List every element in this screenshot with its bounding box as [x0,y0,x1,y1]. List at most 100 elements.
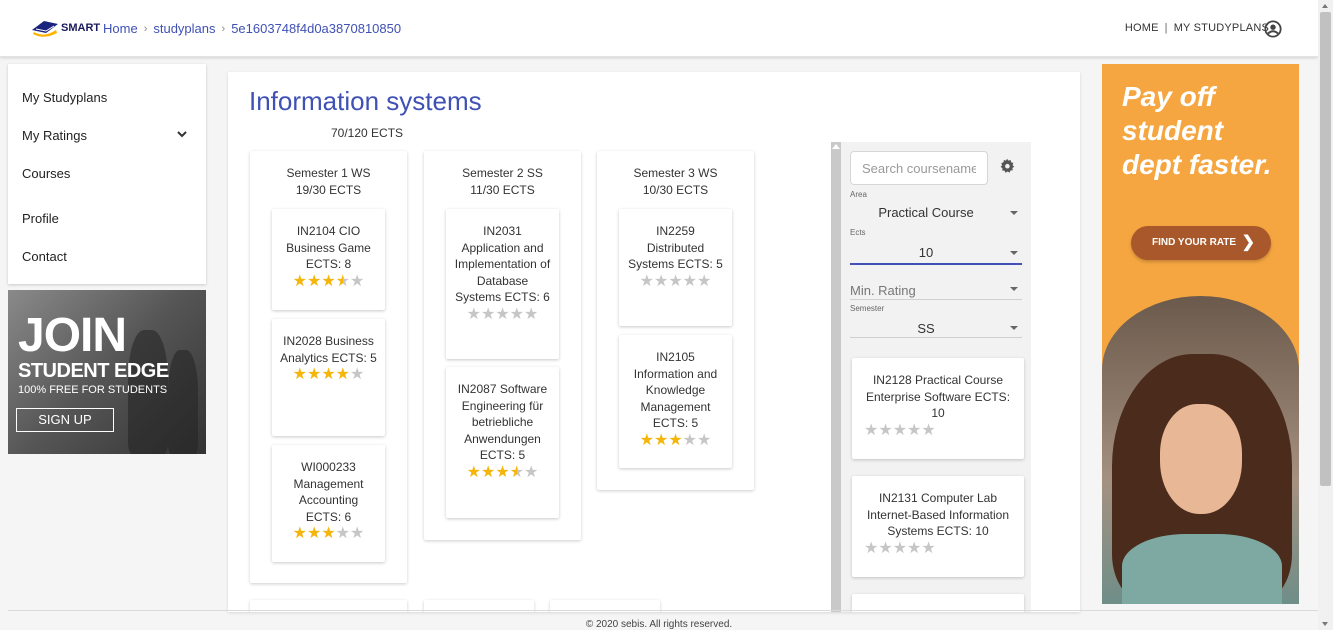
course-card[interactable]: IN2031 Application and Implementation of… [446,209,559,359]
star-icon[interactable]: ★ [893,422,907,439]
graduation-cap-icon[interactable] [30,18,60,38]
brand-name[interactable]: SMART [61,22,100,34]
nav-my-studyplans-link[interactable]: MY STUDYPLANS [1174,22,1269,34]
star-icon[interactable]: ★ [293,366,307,383]
star-icon[interactable]: ★ [336,525,350,542]
ad-signup-button[interactable]: SIGN UP [16,408,114,432]
scroll-up-icon[interactable] [1322,4,1328,8]
dropdown-arrow-icon [1010,251,1018,255]
star-icon[interactable]: ★ [467,464,481,481]
star-icon[interactable]: ★ [481,306,495,323]
semester-select[interactable]: SS [850,316,1022,338]
star-icon[interactable]: ★ [697,273,711,290]
rating-stars[interactable]: ★★★★★ [864,540,1012,558]
sidebar-item-courses[interactable]: Courses [22,166,70,181]
star-icon[interactable]: ★ [467,306,481,323]
rating-stars[interactable]: ★★★★★ [454,464,551,482]
scroll-up-icon[interactable] [832,144,840,149]
star-icon[interactable]: ★ [336,366,350,383]
star-icon[interactable]: ★ [350,525,364,542]
star-icon[interactable]: ★ [495,464,509,481]
star-icon[interactable]: ★ [495,306,509,323]
breadcrumb-studyplans[interactable]: studyplans [153,21,215,36]
star-icon[interactable]: ★ [683,273,697,290]
star-icon[interactable]: ★ [878,540,892,557]
star-icon[interactable]: ★ [321,525,335,542]
sidebar-item-contact[interactable]: Contact [22,249,67,264]
search-result-card[interactable]: IN2131 Computer Lab Internet-Based Infor… [852,476,1024,577]
rating-stars[interactable]: ★★★★★ [280,525,377,543]
rating-stars[interactable]: ★★★★★ [280,273,377,291]
rating-stars[interactable]: ★★★★★ [864,422,1012,440]
star-icon[interactable]: ★ [321,366,335,383]
star-icon[interactable]: ★ [697,432,711,449]
course-card[interactable]: IN2105 Information and Knowledge Managem… [619,335,732,468]
star-icon[interactable]: ★ [307,273,321,290]
star-icon[interactable]: ★ [907,422,921,439]
rating-stars[interactable]: ★★★★★ [627,432,724,450]
course-card[interactable]: IN2087 Software Engineering für betriebl… [446,367,559,518]
area-select[interactable]: Practical Course [850,202,1022,224]
ects-select[interactable]: 10 [850,240,1022,265]
star-icon[interactable]: ★ [893,540,907,557]
find-your-rate-button[interactable]: FIND YOUR RATE ❯ [1131,226,1271,260]
star-icon[interactable]: ★ [321,273,335,290]
star-icon[interactable]: ★ [307,366,321,383]
rating-stars[interactable]: ★★★★★ [280,366,377,384]
rating-stars[interactable]: ★★★★★ [627,273,724,291]
course-card[interactable]: WI000233 Management Accounting ECTS: 6 ★… [272,445,385,562]
sidebar-item-my-ratings[interactable]: My Ratings [22,128,87,143]
star-icon[interactable]: ★ [864,540,878,557]
ad-banner-student-edge[interactable]: JOIN STUDENT EDGE 100% FREE FOR STUDENTS… [8,290,206,454]
star-icon[interactable]: ★ [524,306,538,323]
star-icon[interactable]: ★ [293,273,307,290]
sidebar-item-my-studyplans[interactable]: My Studyplans [22,90,107,105]
search-coursename-input[interactable] [850,151,988,185]
star-icon[interactable]: ★ [336,273,350,290]
star-icon[interactable]: ★ [640,432,654,449]
star-icon[interactable]: ★ [510,306,524,323]
star-icon[interactable]: ★ [307,525,321,542]
account-circle-icon[interactable] [1264,20,1282,38]
breadcrumb-home[interactable]: Home [103,21,138,36]
panel-scrollbar[interactable] [831,142,841,612]
course-card[interactable]: IN2259 Distributed Systems ECTS: 5 ★★★★★ [619,209,732,326]
semester-column[interactable]: Semester 2 SS 11/30 ECTS IN2031 Applicat… [424,151,581,540]
star-icon[interactable]: ★ [350,366,364,383]
course-title: IN2128 Practical Course Enterprise Softw… [865,373,1011,420]
scroll-down-icon[interactable] [1322,622,1328,626]
star-icon[interactable]: ★ [524,464,538,481]
breadcrumb-plan-id[interactable]: 5e1603748f4d0a3870810850 [231,21,401,36]
star-icon[interactable]: ★ [921,422,935,439]
sidebar-item-profile[interactable]: Profile [22,211,59,226]
star-icon[interactable]: ★ [668,432,682,449]
course-card[interactable]: IN2028 Business Analytics ECTS: 5 ★★★★★ [272,319,385,436]
scrollbar-thumb[interactable] [1320,12,1331,486]
star-icon[interactable]: ★ [907,540,921,557]
star-icon[interactable]: ★ [293,525,307,542]
star-icon[interactable]: ★ [683,432,697,449]
semester-column[interactable]: Semester 1 WS 19/30 ECTS IN2104 CIO Busi… [250,151,407,583]
min-rating-select[interactable]: Min. Rating [850,278,1022,300]
star-icon[interactable]: ★ [640,273,654,290]
chevron-down-icon[interactable] [176,128,188,140]
star-icon[interactable]: ★ [350,273,364,290]
rating-stars[interactable]: ★★★★★ [454,306,551,324]
search-result-card[interactable]: IN2128 Practical Course Enterprise Softw… [852,358,1024,459]
ad-banner-pay-off[interactable]: Pay off student dept faster. FIND YOUR R… [1102,64,1299,604]
star-icon[interactable]: ★ [878,422,892,439]
star-icon[interactable]: ★ [481,464,495,481]
top-bar: SMART Home › studyplans › 5e1603748f4d0a… [0,0,1318,57]
star-icon[interactable]: ★ [668,273,682,290]
star-icon[interactable]: ★ [864,422,878,439]
star-icon[interactable]: ★ [654,432,668,449]
semester-column[interactable]: Semester 3 WS 10/30 ECTS IN2259 Distribu… [597,151,754,490]
star-icon[interactable]: ★ [921,540,935,557]
nav-home-link[interactable]: HOME [1125,22,1159,34]
course-card[interactable]: IN2104 CIO Business Game ECTS: 8 ★★★★★ [272,209,385,310]
star-icon[interactable]: ★ [654,273,668,290]
semester-header: Semester 2 SS 11/30 ECTS [424,165,581,199]
star-icon[interactable]: ★ [510,464,524,481]
page-scrollbar[interactable] [1318,0,1333,630]
gear-icon[interactable] [999,158,1015,174]
